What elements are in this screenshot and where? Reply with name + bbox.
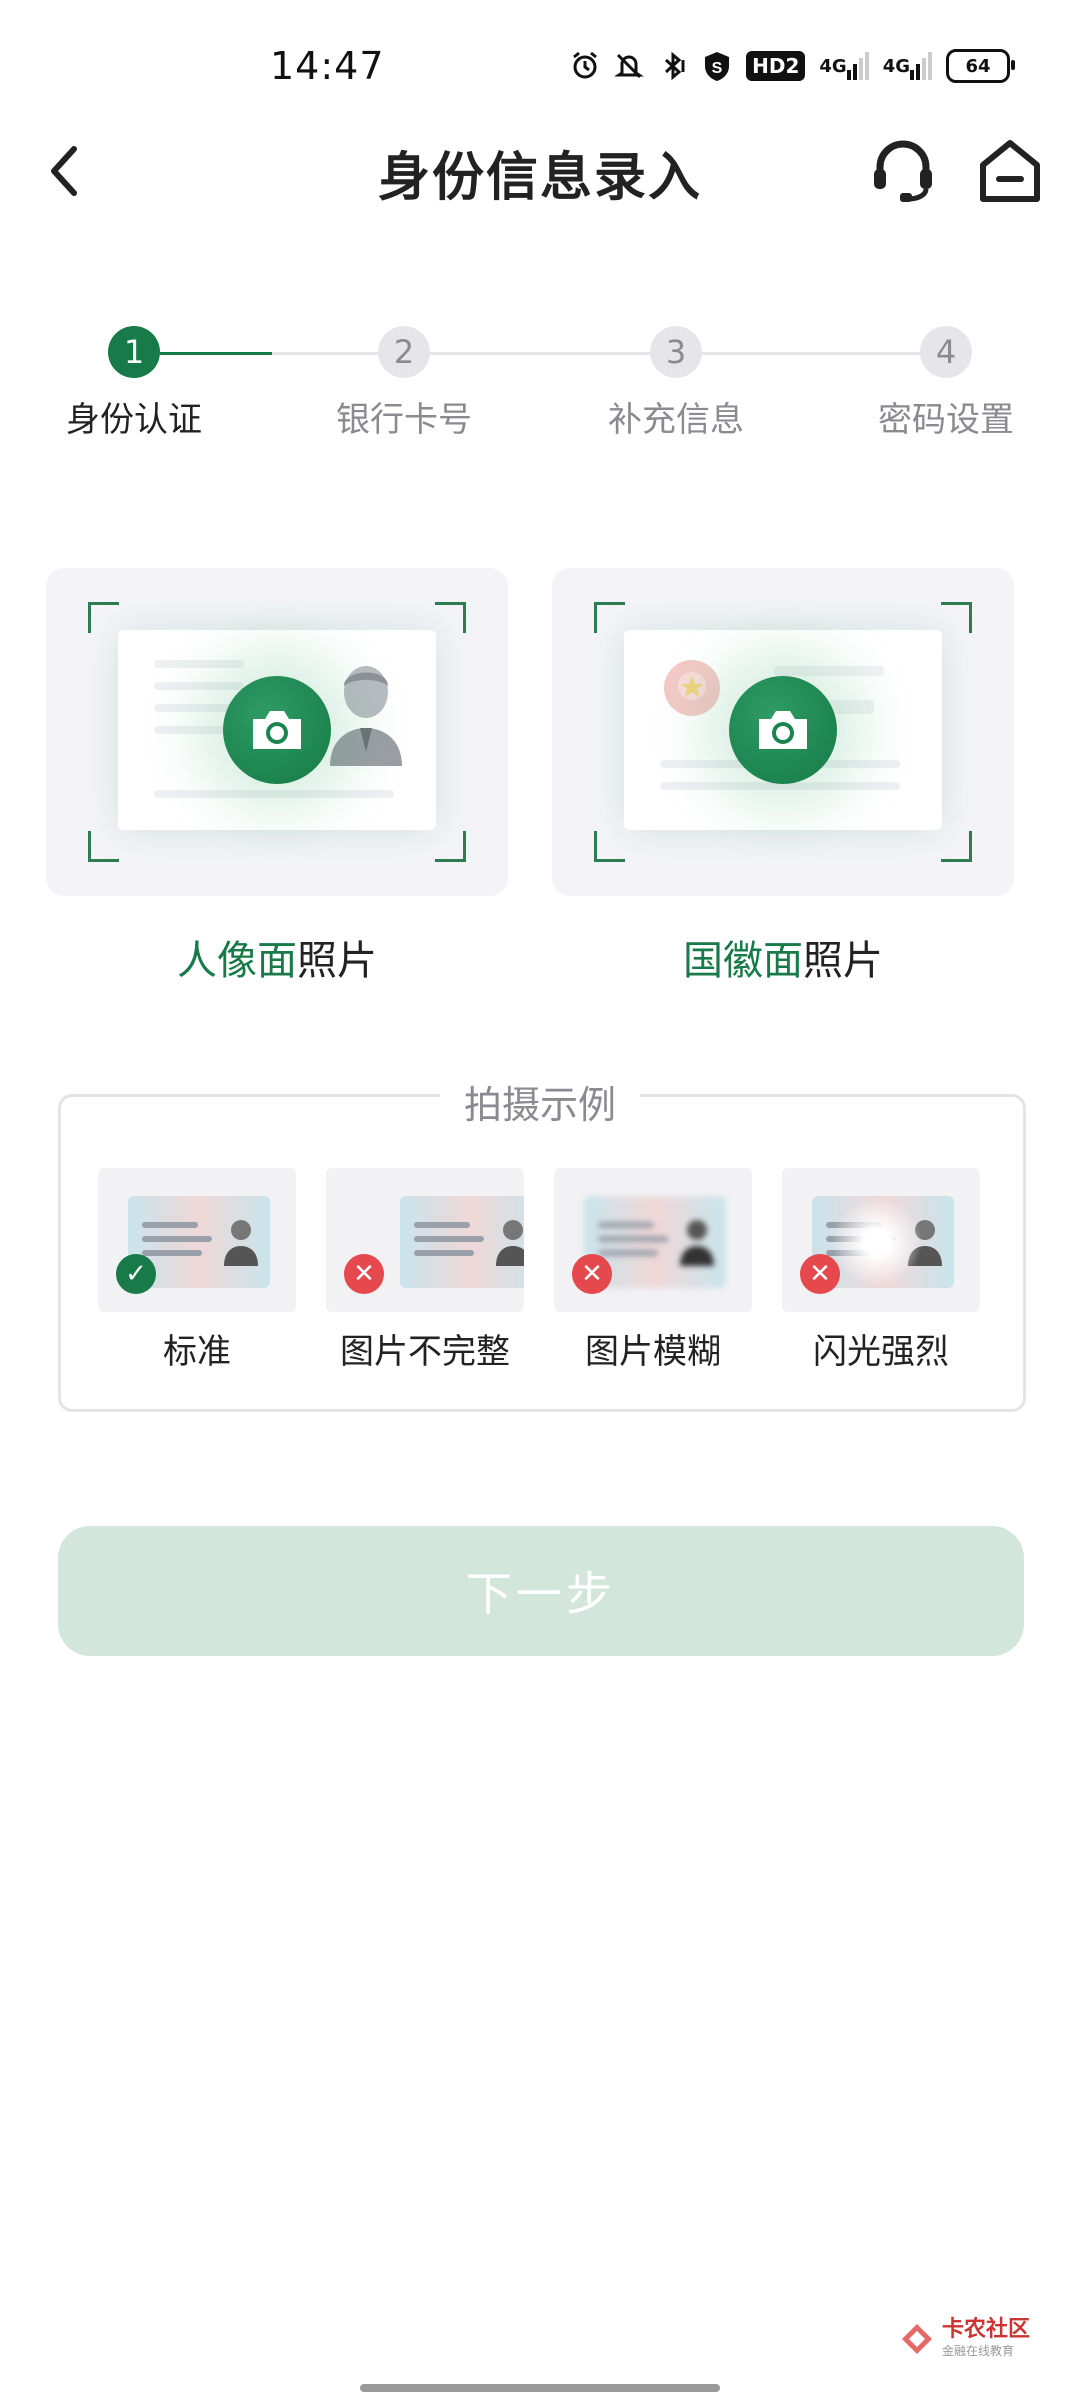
error-x-icon: ✕ bbox=[800, 1254, 840, 1294]
error-x-icon: ✕ bbox=[344, 1254, 384, 1294]
step-progress-line bbox=[160, 352, 272, 355]
id-front-caption-highlight: 人像面 bbox=[177, 938, 297, 984]
network-label: 4G bbox=[882, 55, 910, 77]
step-1-indicator: 1 bbox=[108, 326, 160, 378]
id-back-caption-suffix: 照片 bbox=[803, 938, 883, 984]
example-blurry-label: 图片模糊 bbox=[585, 1332, 721, 1372]
id-front-caption: 人像面照片 bbox=[46, 928, 508, 986]
watermark-logo-icon bbox=[902, 2323, 932, 2354]
id-back-caption: 国徽面照片 bbox=[552, 928, 1014, 986]
alarm-icon bbox=[570, 48, 600, 84]
home-indicator[interactable] bbox=[360, 2384, 720, 2392]
camera-icon bbox=[223, 676, 331, 784]
next-step-button[interactable]: 下一步 bbox=[58, 1526, 1024, 1656]
battery-level: 64 bbox=[965, 55, 991, 77]
error-x-icon: ✕ bbox=[572, 1254, 612, 1294]
hd-icon: HD2 bbox=[746, 51, 806, 81]
battery-icon: 64 bbox=[946, 49, 1015, 83]
watermark: 卡农社区 金融在线教育 bbox=[900, 2318, 1030, 2359]
network-label: 4G bbox=[819, 55, 847, 77]
shield-s-icon: S bbox=[702, 48, 732, 84]
status-time: 14:47 bbox=[270, 44, 385, 88]
svg-text:S: S bbox=[712, 60, 723, 77]
home-icon bbox=[980, 140, 1040, 202]
national-emblem-icon bbox=[664, 660, 720, 716]
shooting-examples-title: 拍摄示例 bbox=[440, 1074, 640, 1129]
signal-4g-icon: 4G bbox=[883, 48, 932, 84]
example-incomplete-label: 图片不完整 bbox=[340, 1332, 510, 1372]
example-standard-label: 标准 bbox=[163, 1332, 231, 1372]
example-glare-label: 闪光强烈 bbox=[813, 1332, 949, 1372]
headset-icon bbox=[874, 140, 932, 202]
mute-icon bbox=[614, 48, 645, 84]
step-3-label: 补充信息 bbox=[608, 400, 744, 440]
step-2-label: 银行卡号 bbox=[336, 400, 472, 440]
step-4-label: 密码设置 bbox=[878, 400, 1014, 440]
camera-icon bbox=[729, 676, 837, 784]
watermark-subtext: 金融在线教育 bbox=[942, 2344, 1015, 2358]
id-back-caption-highlight: 国徽面 bbox=[683, 938, 803, 984]
watermark-text: 卡农社区 bbox=[942, 2317, 1031, 2342]
id-back-upload[interactable] bbox=[552, 568, 1014, 896]
check-icon: ✓ bbox=[116, 1254, 156, 1294]
step-1-label: 身份认证 bbox=[66, 400, 202, 440]
portrait-icon bbox=[330, 666, 402, 766]
example-blurry-image: ✕ bbox=[554, 1168, 752, 1312]
customer-service-button[interactable] bbox=[868, 135, 938, 205]
id-front-caption-suffix: 照片 bbox=[297, 938, 377, 984]
step-track-line bbox=[272, 352, 922, 355]
step-2-indicator: 2 bbox=[378, 326, 430, 378]
example-standard-image: ✓ bbox=[98, 1168, 296, 1312]
example-incomplete-image: ✕ bbox=[326, 1168, 524, 1312]
signal-4g-icon: 4G bbox=[819, 48, 869, 84]
step-4-indicator: 4 bbox=[920, 326, 972, 378]
status-icons: S HD2 4G 4G 64 bbox=[570, 48, 1015, 84]
step-3-indicator: 3 bbox=[650, 326, 702, 378]
example-glare-image: ✕ bbox=[782, 1168, 980, 1312]
home-button[interactable] bbox=[975, 135, 1045, 205]
bluetooth-icon bbox=[658, 48, 688, 84]
id-front-upload[interactable] bbox=[46, 568, 508, 896]
